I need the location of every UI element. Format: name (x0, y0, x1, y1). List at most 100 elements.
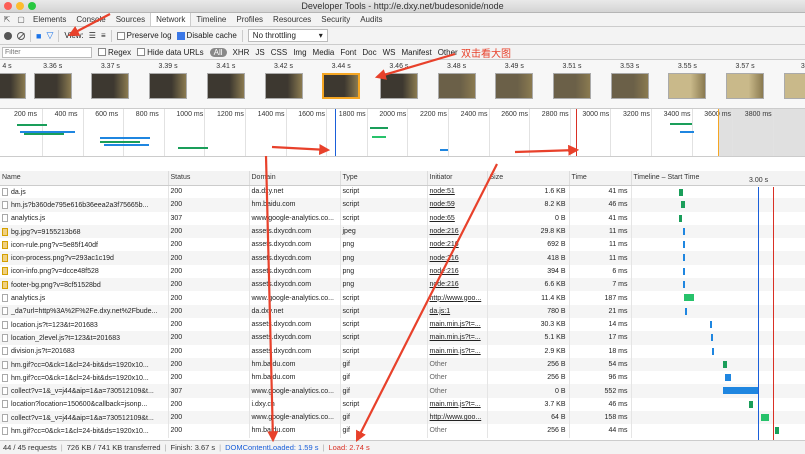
table-row[interactable]: analytics.js 307 www.google-analytics.co..… (0, 211, 805, 225)
column-header-domain[interactable]: Domain (249, 171, 341, 186)
table-row[interactable]: da.js 200 da.dxy.net script node:51 1.6 KB 41 … (0, 185, 805, 199)
disable-cache-checkbox[interactable]: Disable cache (176, 31, 237, 40)
table-row[interactable]: hm.js?b360de795e616b36eea2a3f75665b... 20… (0, 198, 805, 212)
request-initiator[interactable]: node:216 (427, 264, 488, 279)
table-row[interactable]: hm.gif?cc=0&ck=1&cl=24-bit&ds=1920x10...… (0, 357, 805, 372)
record-button[interactable] (4, 31, 12, 40)
request-initiator[interactable]: node:216 (427, 278, 488, 292)
filter-type-font[interactable]: Font (340, 48, 356, 57)
request-initiator[interactable]: node:65 (427, 211, 488, 225)
table-row[interactable]: icon-rule.png?v=5e85f140df 200 assets.dxyc… (0, 238, 805, 252)
filter-type-all[interactable]: All (209, 47, 227, 57)
filter-type-img[interactable]: Img (293, 48, 306, 57)
status-divider: | (322, 443, 325, 452)
column-header-status[interactable]: Status (168, 171, 250, 186)
request-initiator[interactable]: main.min.js?t=... (427, 331, 488, 345)
request-initiator[interactable]: main.min.js?t=... (427, 397, 488, 412)
tab-profiles[interactable]: Profiles (231, 13, 268, 26)
column-header-timeline-start-time[interactable]: Timeline – Start Time (631, 171, 805, 186)
filter-type-js[interactable]: JS (255, 48, 264, 57)
table-row[interactable]: location?location=150600&callback=jsonp.… (0, 397, 805, 412)
table-row[interactable]: _da?url=http%3A%2F%2Fe.dxy.net%2Fbude...… (0, 304, 805, 318)
table-row[interactable]: analytics.js 200 www.google-analytics.co..… (0, 291, 805, 305)
filmstrip-frame[interactable]: 3.42 s (264, 63, 303, 99)
inspect-element-icon[interactable]: ⇱ (0, 13, 14, 26)
table-row[interactable]: collect?v=1&_v=j44&aip=1&a=730512109&t..… (0, 411, 805, 425)
filmstrip-frame[interactable]: 3.51 s (553, 63, 591, 99)
request-domain: da.dxy.net (249, 185, 341, 199)
filmstrip-frame[interactable]: 3.48 s (437, 63, 476, 99)
filter-type-css[interactable]: CSS (271, 48, 287, 57)
column-header-name[interactable]: Name (0, 171, 169, 186)
image-file-icon (2, 227, 8, 236)
filmstrip-frame[interactable]: 3.57 s (726, 63, 765, 99)
table-row[interactable]: bg.jpg?v=9155213b68 200 assets.dxycdn.com j… (0, 224, 805, 239)
overview-icon[interactable]: ≡ (101, 31, 106, 40)
filter-icon[interactable]: ▽ (46, 30, 53, 41)
filter-type-media[interactable]: Media (313, 48, 335, 57)
tab-sources[interactable]: Sources (111, 13, 150, 26)
tab-timeline[interactable]: Timeline (191, 13, 231, 26)
table-row[interactable]: location_2level.js?t=123&t=201683 200 asse… (0, 331, 805, 345)
tab-network[interactable]: Network (150, 13, 192, 26)
table-row[interactable]: hm.gif?cc=0&ck=1&cl=24-bit&ds=1920x10...… (0, 371, 805, 385)
filmstrip-frame[interactable]: 3.55 s (668, 63, 707, 99)
table-row[interactable]: icon-info.png?v=dcce48f528 200 assets.dxyc… (0, 264, 805, 279)
tab-console[interactable]: Console (71, 13, 110, 26)
timeline-overview[interactable]: 200 ms 400 ms 600 ms 800 ms 1000 ms 1200 ms 14… (0, 109, 805, 157)
preserve-log-checkbox[interactable]: Preserve log (116, 31, 172, 40)
waterfall-bar (774, 427, 779, 435)
filter-type-manifest[interactable]: Manifest (401, 48, 431, 57)
tab-resources[interactable]: Resources (268, 13, 316, 26)
request-initiator[interactable]: node:216 (427, 251, 488, 265)
request-initiator[interactable]: da.js:1 (427, 304, 488, 318)
filmstrip-frame[interactable]: 3.37 s (91, 63, 130, 99)
filmstrip-frame[interactable]: 4 s (0, 63, 26, 99)
request-initiator[interactable]: main.min.js?t=... (427, 317, 488, 332)
table-row[interactable]: division.js?t=201683 200 assets.dxycdn.com… (0, 344, 805, 358)
tab-security[interactable]: Security (316, 13, 355, 26)
request-initiator[interactable]: node:51 (427, 185, 488, 199)
filmstrip-frame[interactable]: 3 (783, 63, 805, 99)
request-initiator[interactable]: node:216 (427, 238, 488, 252)
request-initiator[interactable]: node:216 (427, 224, 488, 239)
filmstrip-frame[interactable]: 3.53 s (610, 63, 649, 99)
table-row[interactable]: collect?v=1&_v=j44&aip=1&a=730512109&t..… (0, 384, 805, 398)
device-mode-icon[interactable]: ▢ (14, 13, 28, 26)
request-initiator[interactable]: http://www.goo... (427, 291, 488, 305)
filter-type-xhr[interactable]: XHR (233, 48, 250, 57)
capture-screenshots-icon[interactable]: ■ (36, 31, 41, 41)
column-header-size[interactable]: Size (487, 171, 570, 186)
frame-thumbnail (437, 73, 476, 99)
status-divider: | (164, 443, 167, 452)
tab-audits[interactable]: Audits (355, 13, 387, 26)
column-header-initiator[interactable]: Initiator (427, 171, 488, 186)
filmstrip-frame[interactable]: 3.49 s (495, 63, 534, 99)
filmstrip-frame[interactable]: 3.36 s (33, 63, 72, 99)
table-row[interactable]: hm.gif?cc=0&ck=1&cl=24-bit&ds=1920x10...… (0, 424, 805, 438)
filmstrip-frame[interactable]: 3.39 s (149, 63, 188, 99)
hide-data-urls-checkbox[interactable]: Hide data URLs (137, 48, 204, 57)
filter-input[interactable] (2, 46, 92, 58)
request-initiator[interactable]: main.min.js?t=... (427, 344, 488, 358)
table-row[interactable]: location.js?t=123&t=201683 200 assets.dxyc… (0, 317, 805, 332)
request-initiator[interactable]: node:59 (427, 198, 488, 212)
filter-type-ws[interactable]: WS (383, 48, 396, 57)
filmstrip-frame[interactable]: 3.46 s (379, 63, 418, 99)
filter-type-other[interactable]: Other (438, 48, 458, 57)
request-type: script (340, 304, 428, 318)
clear-button[interactable] (17, 31, 25, 40)
filter-type-doc[interactable]: Doc (362, 48, 376, 57)
regex-checkbox[interactable]: Regex (98, 48, 131, 57)
table-row[interactable]: icon-process.png?v=293ac1c19d 200 assets.d… (0, 251, 805, 265)
filmstrip-frame[interactable]: 3.41 s (206, 63, 245, 99)
column-header-time[interactable]: Time (569, 171, 632, 186)
table-row[interactable]: footer-bg.png?v=8cf51528bd 200 assets.dxyc… (0, 278, 805, 292)
throttling-select[interactable]: No throttling ▾ (247, 29, 328, 42)
tab-elements[interactable]: Elements (28, 13, 71, 26)
large-rows-icon[interactable]: ☰ (89, 31, 96, 40)
waterfall-bar (683, 294, 694, 302)
filmstrip-frame[interactable]: 3.44 s (322, 63, 361, 99)
request-initiator[interactable]: http://www.goo... (427, 411, 488, 425)
column-header-type[interactable]: Type (340, 171, 428, 186)
